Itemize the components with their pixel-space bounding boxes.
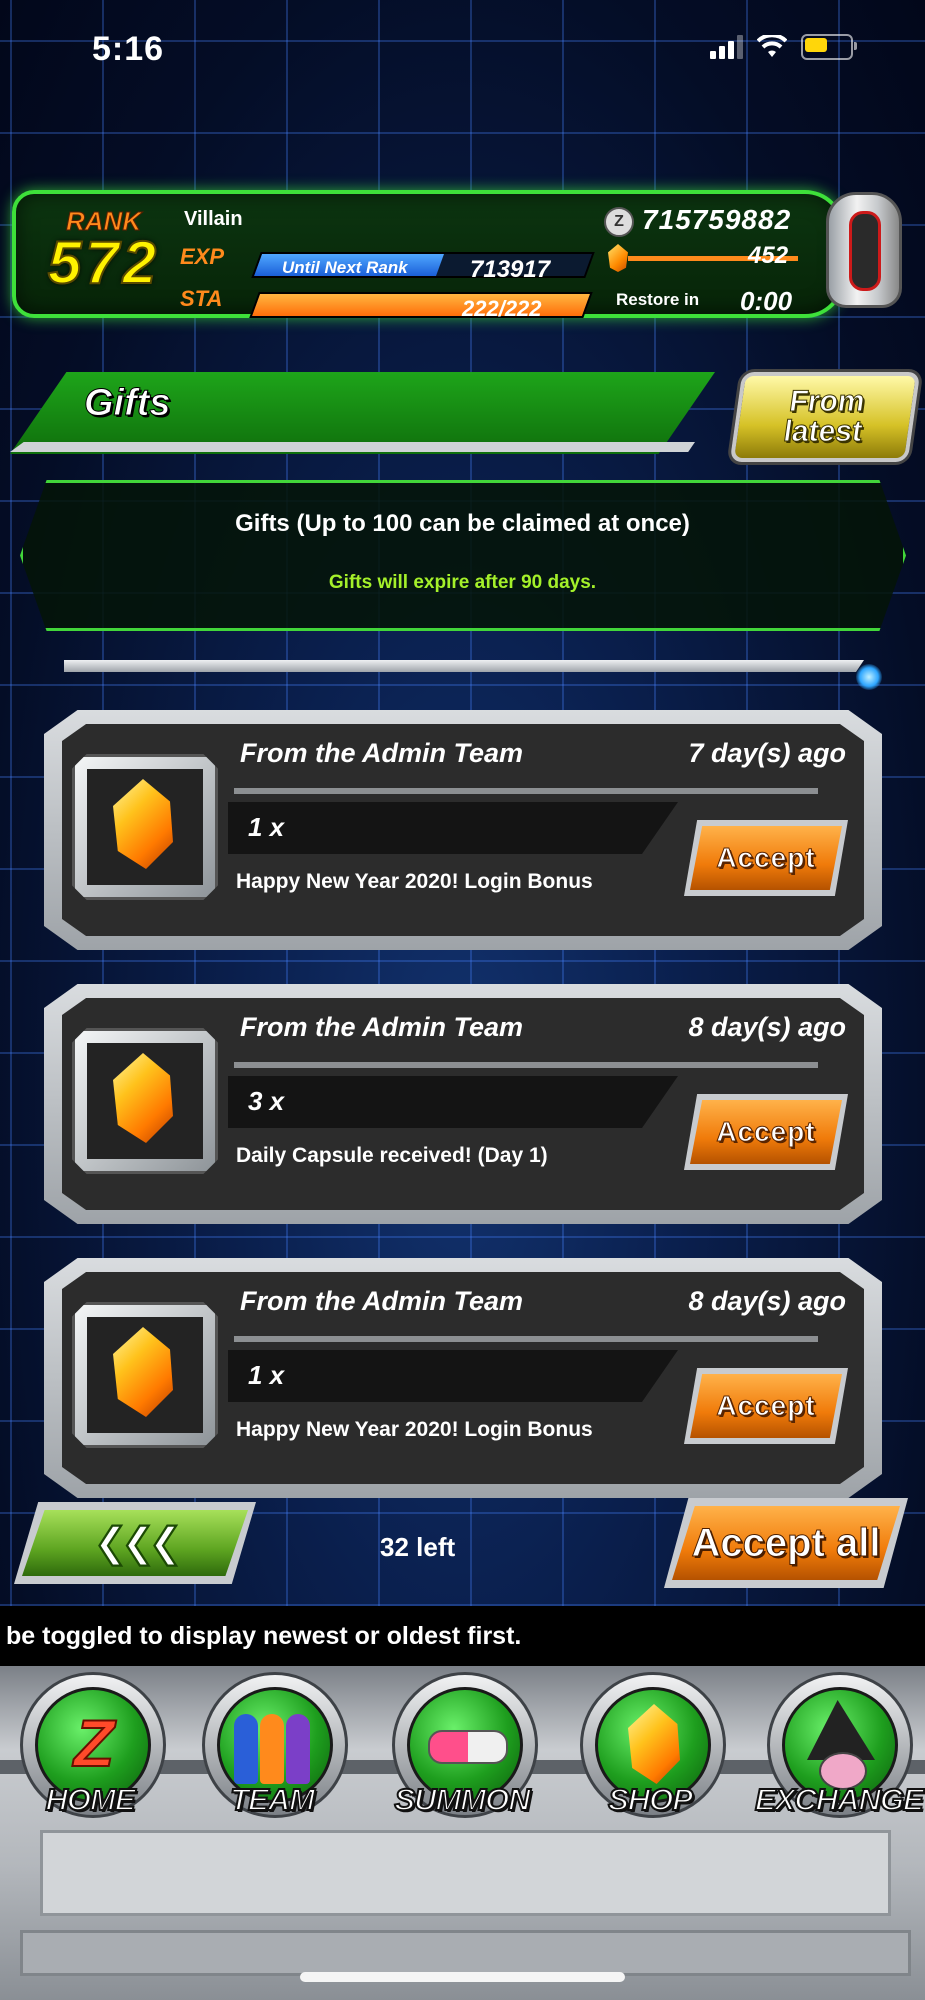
gift-quantity: 1 x (248, 1360, 285, 1390)
gift-card: From the Admin Team 7 day(s) ago 1 x Hap… (44, 710, 882, 950)
gift-description: Happy New Year 2020! Login Bonus (236, 1418, 593, 1441)
gift-time: 7 day(s) ago (688, 738, 846, 768)
back-arrows-icon: ❮❮❮ (93, 1521, 183, 1566)
gifts-banner-stripe (10, 442, 695, 452)
page-title: Gifts (84, 382, 172, 425)
sort-label-line1: From (787, 385, 868, 419)
gift-divider (234, 788, 818, 794)
gift-quantity: 3 x (248, 1086, 285, 1116)
gift-time: 8 day(s) ago (688, 1012, 846, 1042)
nav-shop-label: SHOP (607, 1781, 694, 1818)
gift-quantity-box (228, 1350, 678, 1402)
nav-exchange[interactable]: EXCHANGE (754, 1672, 925, 1836)
gift-divider (234, 1062, 818, 1068)
accept-all-button[interactable]: Accept all (664, 1498, 908, 1588)
status-icons (710, 34, 857, 60)
status-time: 5:16 (92, 30, 165, 68)
gift-description: Happy New Year 2020! Login Bonus (236, 870, 593, 893)
accept-button[interactable]: Accept (684, 1368, 848, 1444)
nav-summon[interactable]: SUMMON (380, 1672, 544, 1836)
bottom-nav-panel-lower (20, 1930, 911, 1976)
gift-time: 8 day(s) ago (688, 1286, 846, 1316)
sta-label: STA (180, 286, 223, 311)
gifts-remaining-count: 32 left (380, 1532, 456, 1562)
gift-quantity-box (228, 1076, 678, 1128)
gift-item-frame[interactable] (72, 754, 218, 900)
accept-button-label: Accept (716, 1116, 816, 1148)
zeni-icon: Z (604, 207, 634, 237)
restore-label: Restore in (616, 290, 700, 309)
rank-number: 572 (47, 228, 161, 297)
nav-team[interactable]: TEAM (190, 1672, 354, 1836)
divider (64, 660, 864, 672)
gift-sender: From the Admin Team (240, 738, 524, 768)
nav-home-label: HOME (45, 1781, 137, 1818)
menu-capsule-button[interactable] (826, 192, 902, 308)
accept-button[interactable]: Accept (684, 1094, 848, 1170)
nav-team-label: TEAM (229, 1781, 316, 1818)
nav-home[interactable]: Z HOME (8, 1672, 172, 1836)
accept-button[interactable]: Accept (684, 820, 848, 896)
dragon-stone-icon (628, 1704, 680, 1784)
gift-item-frame[interactable] (72, 1028, 218, 1174)
accept-button-label: Accept (716, 1390, 816, 1422)
ticker-message: be toggled to display newest or oldest f… (0, 1606, 925, 1666)
gift-sender: From the Admin Team (240, 1286, 524, 1316)
signal-icon (710, 35, 743, 59)
glow-orb (856, 664, 882, 690)
back-button[interactable]: ❮❮❮ (14, 1502, 256, 1584)
bottom-nav-panel (40, 1830, 891, 1916)
gift-quantity: 1 x (248, 812, 285, 842)
accept-button-label: Accept (716, 842, 816, 874)
gifts-info-title: Gifts (Up to 100 can be claimed at once) (235, 510, 690, 537)
wifi-icon (757, 35, 787, 57)
home-indicator[interactable] (300, 1972, 625, 1982)
gift-quantity-box (228, 802, 678, 854)
gifts-info-box (20, 480, 906, 631)
gift-item-frame[interactable] (72, 1302, 218, 1448)
exchange-icon (807, 1700, 875, 1760)
battery-icon (801, 34, 857, 60)
gift-divider (234, 1336, 818, 1342)
gift-card: From the Admin Team 8 day(s) ago 1 x Hap… (44, 1258, 882, 1498)
nav-shop[interactable]: SHOP (568, 1672, 732, 1836)
zeni-value: 715759882 (642, 204, 792, 235)
player-title: Villain (184, 208, 243, 230)
gifts-expire-note: Gifts will expire after 90 days. (328, 572, 597, 593)
gift-description: Daily Capsule received! (Day 1) (236, 1144, 548, 1167)
nav-exchange-label: EXCHANGE (754, 1781, 925, 1818)
until-next-rank-label: Until Next Rank (282, 258, 408, 277)
summon-capsule-icon (428, 1730, 508, 1764)
dragon-stone-value: 452 (748, 242, 789, 269)
gift-card: From the Admin Team 8 day(s) ago 3 x Dai… (44, 984, 882, 1224)
home-z-icon: Z (73, 1706, 115, 1780)
accept-all-label: Accept all (691, 1520, 881, 1565)
team-icon (234, 1714, 310, 1784)
sort-order-button[interactable]: From latest (729, 372, 921, 462)
stamina-value: 222/222 (462, 296, 542, 321)
restore-time: 0:00 (740, 286, 793, 316)
nav-summon-label: SUMMON (393, 1781, 531, 1818)
sort-label-line2: latest (781, 415, 865, 449)
gift-sender: From the Admin Team (240, 1012, 524, 1042)
exp-to-next-value: 713917 (470, 256, 551, 283)
exp-label: EXP (180, 244, 225, 269)
